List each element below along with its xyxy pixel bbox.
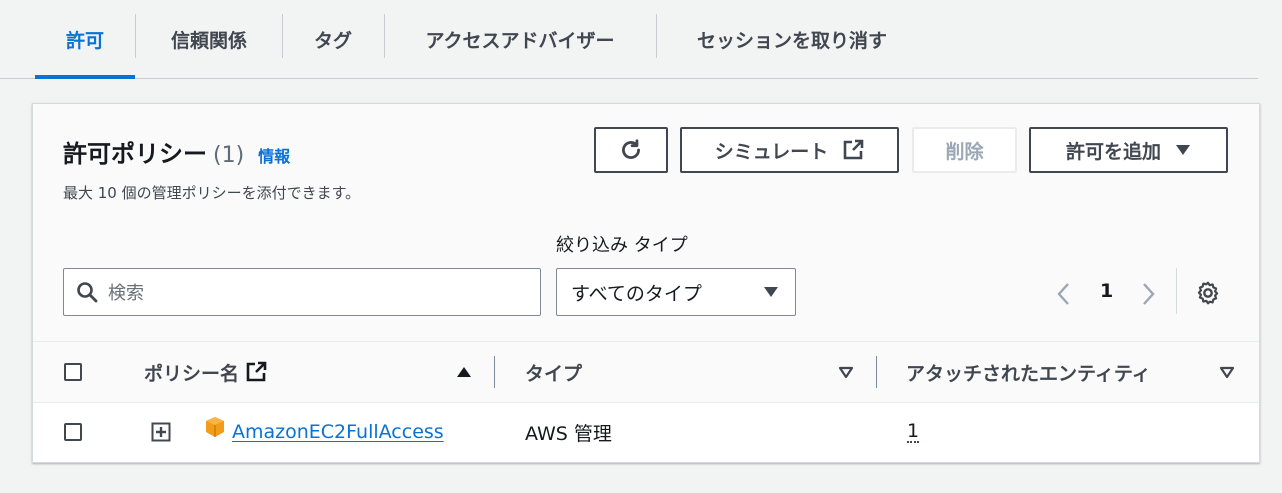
simulate-label: シミュレート (714, 140, 829, 163)
search-placeholder: 検索 (108, 283, 144, 304)
simulate-button[interactable]: シミュレート (680, 127, 899, 173)
info-link[interactable]: 情報 (258, 143, 290, 167)
policy-count: (1) (213, 143, 245, 168)
column-type-label: タイプ (525, 362, 583, 385)
panel-title: 許可ポリシー (1) 情報 (63, 134, 290, 169)
attached-entities-count[interactable]: 1 (907, 421, 920, 443)
column-type[interactable]: タイプ (525, 342, 582, 402)
column-divider (494, 356, 495, 388)
column-divider (876, 356, 877, 388)
refresh-icon (622, 139, 640, 159)
column-policy-name-label: ポリシー名 (144, 362, 240, 385)
table-header: ポリシー名 タイプ アタッチされたエンティティ (33, 341, 1259, 403)
aws-managed-policy-icon (206, 417, 224, 437)
sort-icon[interactable] (838, 366, 854, 379)
external-link-icon (246, 361, 267, 382)
tab-permissions-label: 許可 (65, 29, 104, 52)
page-number[interactable]: 1 (1100, 280, 1113, 302)
search-icon (77, 282, 98, 303)
chevron-right-icon[interactable] (1139, 282, 1157, 306)
tab-trust-relationships[interactable]: 信頼関係 (136, 0, 282, 78)
attached-entities-cell: 1 (907, 403, 920, 461)
chevron-left-icon[interactable] (1055, 282, 1073, 306)
tab-tags-label: タグ (313, 29, 352, 52)
tab-access-advisor[interactable]: アクセスアドバイザー (385, 0, 655, 78)
add-permission-button[interactable]: 許可を追加 (1029, 127, 1228, 173)
add-permission-label: 許可を追加 (1065, 140, 1161, 163)
column-attached-entities-label: アタッチされたエンティティ (906, 362, 1151, 385)
policy-name-cell: AmazonEC2FullAccess (232, 403, 444, 461)
sort-ascending-icon[interactable] (456, 366, 472, 378)
tab-bar: 許可 信頼関係 タグ アクセスアドバイザー セッションを取り消す (0, 0, 1258, 79)
type-filter-select[interactable]: すべてのタイプ (556, 268, 796, 316)
caret-down-icon (764, 287, 778, 297)
filter-type-label: 絞り込み タイプ (556, 235, 688, 256)
sort-icon[interactable] (1219, 366, 1235, 379)
pager-divider (1176, 268, 1177, 314)
select-all-checkbox[interactable] (64, 363, 82, 381)
caret-down-icon (1176, 145, 1190, 155)
delete-label: 削除 (945, 140, 984, 163)
type-filter-value: すべてのタイプ (571, 282, 702, 305)
table-row: AmazonEC2FullAccess AWS 管理 1 (33, 403, 1259, 461)
tab-trust-label: 信頼関係 (170, 29, 247, 52)
column-policy-name[interactable]: ポリシー名 (144, 342, 267, 402)
tab-access-advisor-label: アクセスアドバイザー (425, 29, 615, 52)
permissions-policies-panel: 許可ポリシー (1) 情報 最大 10 個の管理ポリシーを添付できます。 シミュ… (32, 103, 1260, 463)
search-input[interactable]: 検索 (63, 268, 541, 316)
panel-description: 最大 10 個の管理ポリシーを添付できます。 (63, 184, 361, 202)
gear-icon[interactable] (1195, 280, 1221, 306)
tab-permissions[interactable]: 許可 (35, 0, 135, 79)
row-checkbox[interactable] (64, 423, 82, 441)
delete-button[interactable]: 削除 (912, 127, 1017, 173)
refresh-button[interactable] (594, 127, 668, 173)
policy-type-cell: AWS 管理 (525, 422, 612, 445)
policy-name-link[interactable]: AmazonEC2FullAccess (232, 421, 444, 443)
expand-icon[interactable] (151, 422, 171, 442)
tab-revoke-sessions-label: セッションを取り消す (696, 29, 887, 52)
column-attached-entities[interactable]: アタッチされたエンティティ (906, 342, 1151, 402)
panel-header: 許可ポリシー (1) 情報 最大 10 個の管理ポリシーを添付できます。 シミュ… (33, 104, 1259, 341)
tab-revoke-sessions[interactable]: セッションを取り消す (657, 0, 927, 78)
external-link-icon (844, 139, 864, 160)
panel-title-text: 許可ポリシー (63, 140, 207, 168)
tab-tags[interactable]: タグ (283, 0, 383, 78)
